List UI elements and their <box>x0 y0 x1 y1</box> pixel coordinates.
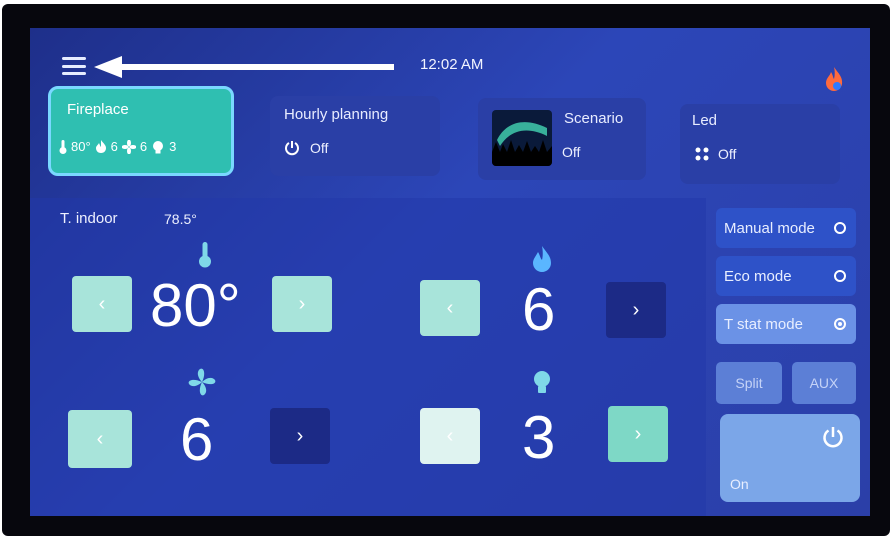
eco-mode-label: Eco mode <box>724 267 792 285</box>
aux-button[interactable]: AUX <box>792 362 856 404</box>
fireplace-card[interactable]: Fireplace 80° 6 6 3 <box>48 86 234 176</box>
hourly-planning-card[interactable]: Hourly planning Off <box>270 96 440 176</box>
arrow-annotation-icon <box>94 56 394 78</box>
power-icon <box>285 141 299 156</box>
bulb-icon <box>534 371 550 393</box>
tstat-mode-radio[interactable] <box>834 318 846 330</box>
clock: 12:02 AM <box>420 56 484 73</box>
manual-mode-label: Manual mode <box>724 219 815 237</box>
hourly-title: Hourly planning <box>284 106 389 123</box>
power-button[interactable]: On <box>720 414 860 502</box>
light-decrease-button[interactable]: ‹ <box>420 408 480 464</box>
indoor-temp-label: T. indoor <box>60 210 118 227</box>
fireplace-flame: 6 <box>110 139 118 154</box>
eco-mode-button[interactable]: Eco mode <box>716 256 856 296</box>
flame-icon <box>533 246 551 272</box>
flame-small-icon <box>95 140 106 153</box>
fan-increase-button[interactable]: › <box>270 408 330 464</box>
manual-mode-button[interactable]: Manual mode <box>716 208 856 248</box>
flame-decrease-button[interactable]: ‹ <box>420 280 480 336</box>
dots-grid-icon <box>695 147 709 161</box>
thermometer-icon <box>59 139 67 154</box>
temperature-decrease-button[interactable]: ‹ <box>72 276 132 332</box>
control-panel <box>30 198 706 516</box>
flame-increase-button[interactable]: › <box>606 282 666 338</box>
scenario-thumbnail <box>492 110 552 166</box>
flame-icon[interactable] <box>824 66 844 92</box>
scenario-value: Off <box>562 144 581 160</box>
eco-mode-radio[interactable] <box>834 270 846 282</box>
fireplace-title: Fireplace <box>67 101 129 118</box>
fan-icon <box>188 368 216 396</box>
fan-decrease-button[interactable]: ‹ <box>68 410 132 468</box>
fireplace-temp: 80° <box>71 139 91 154</box>
scenario-title: Scenario <box>564 110 624 127</box>
split-button[interactable]: Split <box>716 362 782 404</box>
power-label: On <box>730 476 749 492</box>
hourly-value: Off <box>310 140 329 156</box>
indoor-temp-value: 78.5° <box>164 211 197 227</box>
light-value: 3 <box>522 404 556 471</box>
fan-value: 6 <box>180 406 214 473</box>
hamburger-menu-icon[interactable] <box>60 54 88 78</box>
led-value: Off <box>718 146 737 162</box>
tstat-mode-label: T stat mode <box>724 315 803 333</box>
flame-value: 6 <box>522 276 556 343</box>
fireplace-fan: 6 <box>139 139 148 154</box>
light-increase-button[interactable]: › <box>608 406 668 462</box>
fireplace-light: 3 <box>169 139 177 154</box>
power-icon <box>823 427 843 448</box>
led-card[interactable]: Led Off <box>680 104 840 184</box>
scenario-card[interactable]: Scenario Off <box>478 98 646 180</box>
tstat-mode-button[interactable]: T stat mode <box>716 304 856 344</box>
touch-screen: 12:02 AM Fireplace 80° 6 6 3 Hourly plan… <box>30 28 870 516</box>
manual-mode-radio[interactable] <box>834 222 846 234</box>
temperature-value: 80° <box>150 272 241 339</box>
thermometer-icon <box>199 242 211 268</box>
led-title: Led <box>692 112 718 129</box>
bulb-small-icon <box>153 140 164 153</box>
fan-small-icon <box>121 139 136 154</box>
temperature-increase-button[interactable]: › <box>272 276 332 332</box>
